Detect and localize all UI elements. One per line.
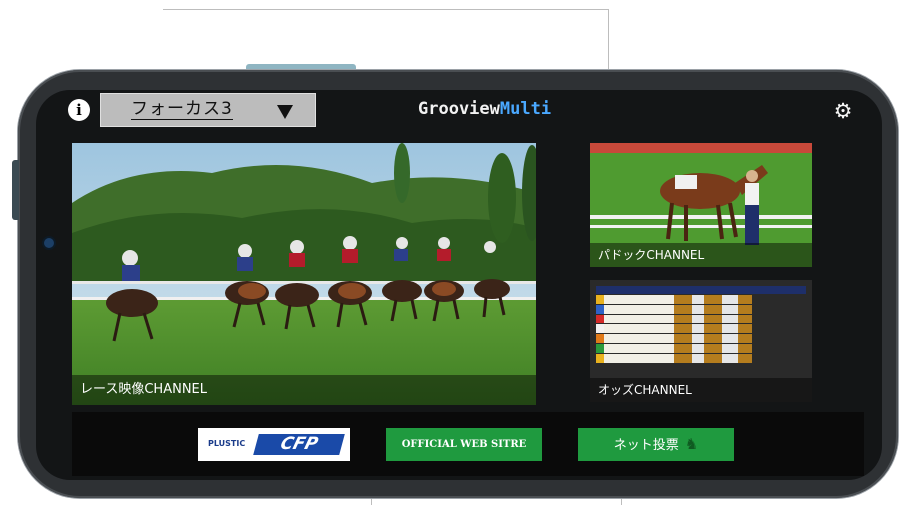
odds-row bbox=[596, 334, 806, 343]
odds-table-header bbox=[596, 286, 806, 294]
odds-row bbox=[596, 295, 806, 304]
front-camera bbox=[44, 238, 54, 248]
net-vote-button[interactable]: ネット投票 ♞ bbox=[578, 428, 734, 461]
app-title-accent: Multi bbox=[499, 99, 552, 119]
race-video-label: レース映像CHANNEL bbox=[72, 375, 536, 405]
annotation-line-top bbox=[163, 9, 609, 10]
cfp-logo: CFP bbox=[253, 434, 345, 455]
odds-row bbox=[596, 304, 806, 314]
plustic-prefix: PLUSTIC bbox=[208, 439, 246, 448]
paddock-video-panel[interactable]: パドックCHANNEL bbox=[590, 143, 812, 267]
horse-icon: ♞ bbox=[684, 435, 699, 453]
odds-panel[interactable]: オッズCHANNEL bbox=[590, 280, 812, 402]
odds-row bbox=[596, 314, 806, 324]
race-video-panel[interactable]: レース映像CHANNEL bbox=[72, 143, 536, 405]
race-video-image bbox=[72, 143, 536, 405]
channel-select-value: フォーカス3 bbox=[131, 99, 233, 120]
channel-select-dropdown[interactable]: フォーカス3 bbox=[100, 93, 316, 127]
odds-label: オッズCHANNEL bbox=[590, 378, 812, 402]
odds-row bbox=[596, 324, 806, 334]
gear-icon[interactable]: ⚙ bbox=[832, 100, 854, 122]
odds-row bbox=[596, 343, 806, 353]
odds-table bbox=[596, 286, 806, 364]
triangle-down-icon bbox=[277, 105, 293, 119]
net-vote-label: ネット投票 bbox=[613, 438, 679, 453]
info-icon[interactable]: i bbox=[68, 99, 90, 121]
odds-row bbox=[596, 353, 806, 363]
paddock-label: パドックCHANNEL bbox=[590, 243, 812, 267]
app-title: GrooviewMulti bbox=[418, 99, 551, 119]
plustic-cfp-button[interactable]: PLUSTIC CFP bbox=[198, 428, 350, 461]
official-web-site-button[interactable]: OFFICIAL WEB SITRE bbox=[386, 428, 542, 461]
app-title-main: Grooview bbox=[418, 99, 500, 119]
phone-volume-button bbox=[12, 160, 19, 220]
